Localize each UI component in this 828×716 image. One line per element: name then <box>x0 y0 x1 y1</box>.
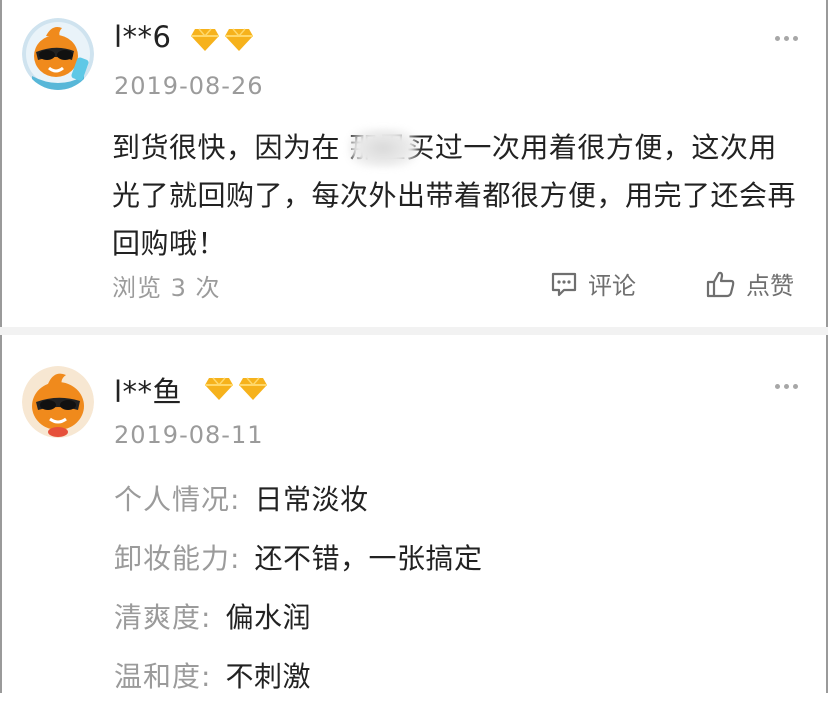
avatar[interactable] <box>22 366 94 438</box>
more-dots-icon[interactable] <box>775 384 798 389</box>
review-card: l**鱼 2019-08-11 个人情况: 日常淡妆 卸妆能力: 还不错，一张搞定 … <box>0 0 828 693</box>
review-details: 个人情况: 日常淡妆 卸妆能力: 还不错，一张搞定 清爽度: 偏水润 温和度: 不刺激 <box>114 480 482 716</box>
mascot-avatar-icon <box>22 366 94 438</box>
detail-row: 清爽度: 偏水润 <box>114 598 482 657</box>
detail-row: 温和度: 不刺激 <box>114 657 482 716</box>
detail-value: 日常淡妆 <box>254 483 369 516</box>
detail-key: 个人情况: <box>114 483 241 516</box>
review-date: 2019-08-11 <box>114 421 264 449</box>
detail-row: 卸妆能力: 还不错，一张搞定 <box>114 539 482 598</box>
detail-value: 还不错，一张搞定 <box>254 542 483 575</box>
detail-key: 温和度: <box>114 660 212 693</box>
detail-value: 偏水润 <box>225 601 311 634</box>
username[interactable]: l**鱼 <box>114 369 182 411</box>
detail-value: 不刺激 <box>225 660 311 693</box>
diamond-icon <box>205 377 233 400</box>
detail-key: 清爽度: <box>114 601 212 634</box>
user-badges <box>204 376 268 402</box>
detail-key: 卸妆能力: <box>114 542 241 575</box>
detail-row: 个人情况: 日常淡妆 <box>114 480 482 539</box>
diamond-icon <box>239 377 267 400</box>
